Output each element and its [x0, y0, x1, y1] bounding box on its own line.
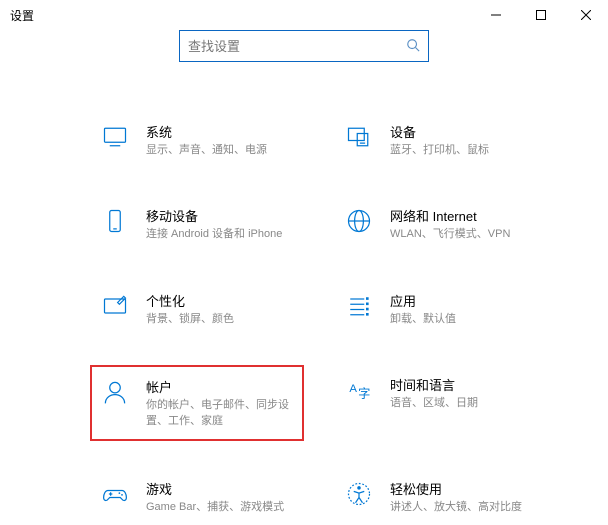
- tile-desc: 蓝牙、打印机、鼠标: [390, 143, 489, 158]
- maximize-button[interactable]: [518, 0, 563, 30]
- tile-desc: 讲述人、放大镜、高对比度: [390, 500, 522, 515]
- svg-text:A: A: [349, 383, 357, 395]
- gaming-icon: [100, 479, 130, 509]
- window-title: 设置: [10, 7, 34, 24]
- tile-network[interactable]: 网络和 Internet WLAN、飞行模式、VPN: [334, 196, 548, 252]
- tile-phone[interactable]: 移动设备 连接 Android 设备和 iPhone: [90, 196, 304, 252]
- tile-desc: 显示、声音、通知、电源: [146, 143, 267, 158]
- tile-title: 游戏: [146, 479, 284, 498]
- personalization-icon: [100, 291, 130, 321]
- search-icon: [406, 38, 420, 55]
- tile-title: 个性化: [146, 291, 234, 310]
- tile-title: 网络和 Internet: [390, 206, 510, 225]
- apps-icon: [344, 291, 374, 321]
- search-area: [0, 30, 608, 72]
- settings-grid: 系统 显示、声音、通知、电源 设备 蓝牙、打印机、鼠标 移动设备 连接 Andr…: [0, 72, 608, 525]
- system-icon: [100, 122, 130, 152]
- minimize-button[interactable]: [473, 0, 518, 30]
- network-icon: [344, 206, 374, 236]
- devices-icon: [344, 122, 374, 152]
- titlebar: 设置: [0, 0, 608, 30]
- tile-title: 帐户: [146, 377, 294, 396]
- tile-gaming[interactable]: 游戏 Game Bar、捕获、游戏模式: [90, 469, 304, 525]
- search-input[interactable]: [188, 39, 406, 54]
- tile-desc: 连接 Android 设备和 iPhone: [146, 227, 282, 242]
- tile-time-language[interactable]: A字 时间和语言 语音、区域、日期: [334, 365, 548, 441]
- tile-title: 轻松使用: [390, 479, 522, 498]
- tile-title: 系统: [146, 122, 267, 141]
- tile-apps[interactable]: 应用 卸载、默认值: [334, 281, 548, 337]
- tile-ease-of-access[interactable]: 轻松使用 讲述人、放大镜、高对比度: [334, 469, 548, 525]
- tile-desc: 背景、锁屏、颜色: [146, 312, 234, 327]
- window-controls: [473, 0, 608, 30]
- phone-icon: [100, 206, 130, 236]
- svg-text:字: 字: [358, 386, 370, 401]
- tile-desc: 卸载、默认值: [390, 312, 456, 327]
- tile-system[interactable]: 系统 显示、声音、通知、电源: [90, 112, 304, 168]
- tile-title: 移动设备: [146, 206, 282, 225]
- accounts-icon: [100, 377, 130, 407]
- tile-desc: 你的帐户、电子邮件、同步设置、工作、家庭: [146, 398, 294, 429]
- tile-title: 应用: [390, 291, 456, 310]
- tile-desc: WLAN、飞行模式、VPN: [390, 227, 510, 242]
- ease-of-access-icon: [344, 479, 374, 509]
- time-language-icon: A字: [344, 375, 374, 405]
- search-box[interactable]: [179, 30, 429, 62]
- tile-desc: 语音、区域、日期: [390, 396, 478, 411]
- tile-title: 时间和语言: [390, 375, 478, 394]
- tile-personalization[interactable]: 个性化 背景、锁屏、颜色: [90, 281, 304, 337]
- close-button[interactable]: [563, 0, 608, 30]
- tile-title: 设备: [390, 122, 489, 141]
- tile-accounts[interactable]: 帐户 你的帐户、电子邮件、同步设置、工作、家庭: [90, 365, 304, 441]
- tile-devices[interactable]: 设备 蓝牙、打印机、鼠标: [334, 112, 548, 168]
- tile-desc: Game Bar、捕获、游戏模式: [146, 500, 284, 515]
